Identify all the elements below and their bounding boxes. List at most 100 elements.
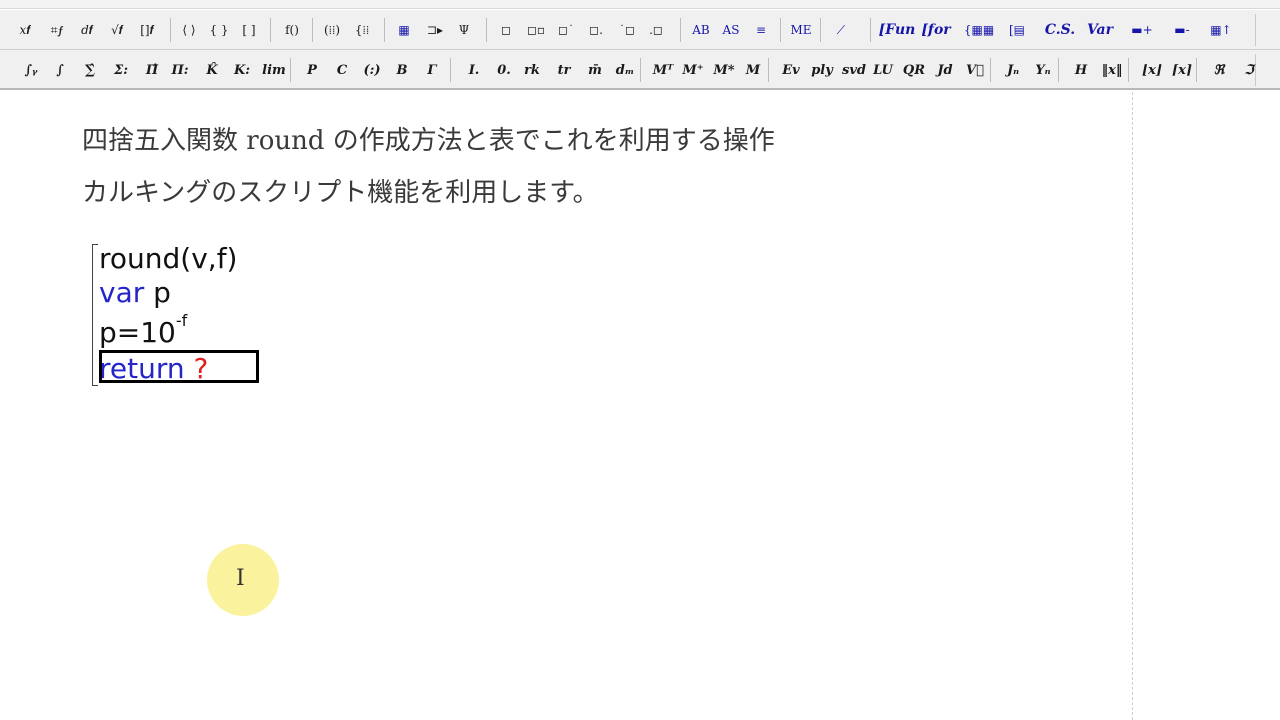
permutation-icon[interactable]: P: [300, 58, 324, 82]
box-pre-sub-icon[interactable]: .◻: [644, 18, 668, 42]
mean-icon[interactable]: m̄: [582, 58, 608, 82]
vector-icon[interactable]: V⃗: [962, 58, 988, 82]
sqrt-edit-icon[interactable]: √𝒇: [104, 18, 130, 42]
active-input-box[interactable]: [99, 350, 259, 383]
trace-icon[interactable]: tr: [552, 58, 576, 82]
hermite-icon[interactable]: H: [1068, 58, 1094, 82]
script-signature[interactable]: round(v,f): [99, 242, 237, 276]
delete-row-icon[interactable]: ▬-: [1166, 18, 1198, 42]
zero-matrix-icon[interactable]: 0.: [492, 58, 516, 82]
floor-icon[interactable]: ⌊x⌋: [1138, 58, 1166, 82]
curly-brackets-icon[interactable]: { }: [208, 18, 230, 42]
toolbar-separator: [1196, 58, 1197, 82]
integral-icon[interactable]: ∫: [48, 58, 72, 82]
toolbar-separator: [780, 18, 781, 42]
plot-icon[interactable]: ⟋: [828, 18, 854, 42]
script-signature-text: round(v,f): [99, 242, 238, 275]
grid-list-icon[interactable]: [▤: [1002, 18, 1032, 42]
angle-brackets-icon[interactable]: ⟨ ⟩: [178, 18, 200, 42]
bessel-y-icon[interactable]: Yₙ: [1030, 58, 1056, 82]
toolbar-separator: [384, 18, 385, 42]
cs-icon[interactable]: C.S.: [1044, 18, 1076, 42]
sum-icon[interactable]: Σ:: [108, 58, 134, 82]
box-pre-icon[interactable]: ˙◻: [614, 18, 640, 42]
tree-icon[interactable]: ⊐▸: [422, 18, 448, 42]
script-var-line[interactable]: var p: [99, 276, 171, 310]
box-sup-icon[interactable]: ◻˙: [554, 18, 578, 42]
product-bounds-icon[interactable]: Π̂: [140, 58, 164, 82]
integral-bounds-icon[interactable]: ∫ᵧ: [18, 58, 44, 82]
polynomial-icon[interactable]: ply: [808, 58, 836, 82]
imag-part-icon[interactable]: ℑ: [1236, 58, 1262, 82]
binomial-icon[interactable]: (:): [360, 58, 384, 82]
k-icon[interactable]: K:: [230, 58, 254, 82]
bracket-edit-icon[interactable]: []𝒇: [134, 18, 160, 42]
box-sub-icon[interactable]: ◻▫: [524, 18, 548, 42]
toolbar-separator: [1058, 58, 1059, 82]
identity-icon[interactable]: I.: [462, 58, 486, 82]
edit-formula-icon[interactable]: 𝑥𝒇: [14, 18, 36, 42]
gamma-icon[interactable]: Γ: [420, 58, 444, 82]
rank-icon[interactable]: rk: [520, 58, 544, 82]
matrix-m-icon[interactable]: M: [740, 58, 766, 82]
script-bracket-top: [93, 244, 98, 245]
toolbar-separator: [290, 58, 291, 82]
transpose-icon[interactable]: Mᵀ: [650, 58, 676, 82]
stack-d-icon[interactable]: ME: [788, 18, 814, 42]
eigenvalue-icon[interactable]: Ev: [778, 58, 804, 82]
lu-icon[interactable]: LU: [870, 58, 896, 82]
k-bounds-icon[interactable]: K̂: [200, 58, 224, 82]
for-block-icon[interactable]: [for: [918, 18, 954, 42]
function-icon[interactable]: f(): [280, 18, 304, 42]
toolbar-end-divider: [1255, 14, 1256, 46]
dm-icon[interactable]: dₘ: [612, 58, 638, 82]
toolbar-separator: [768, 58, 769, 82]
toolbar-separator: [312, 18, 313, 42]
bessel-j-icon[interactable]: Jₙ: [1000, 58, 1026, 82]
product-icon[interactable]: Π:: [168, 58, 192, 82]
assign-base: p=10: [99, 316, 176, 349]
toolbar-separator: [680, 18, 681, 42]
document-area[interactable]: 四捨五入関数 round の作成方法と表でこれを利用する操作 カルキングのスクリ…: [10, 92, 1280, 720]
tree-branch-icon[interactable]: Ψ: [452, 18, 476, 42]
stack-c-icon[interactable]: ≡: [748, 18, 774, 42]
limit-icon[interactable]: lim: [260, 58, 288, 82]
toolbar-separator: [450, 58, 451, 82]
derivative-edit-icon[interactable]: 𝑑𝒇: [74, 18, 100, 42]
toolbar-separator: [170, 18, 171, 42]
square-brackets-icon[interactable]: [ ]: [238, 18, 260, 42]
toolbar-separator: [640, 58, 641, 82]
ceiling-icon[interactable]: ⌈x⌉: [1168, 58, 1196, 82]
real-part-icon[interactable]: ℜ: [1206, 58, 1232, 82]
table-up-icon[interactable]: ▦↑: [1206, 18, 1236, 42]
beta-icon[interactable]: B: [390, 58, 414, 82]
box-dot-icon[interactable]: ◻.: [584, 18, 608, 42]
norm-icon[interactable]: ‖x‖: [1098, 58, 1126, 82]
jordan-icon[interactable]: Jd: [932, 58, 958, 82]
fun-block-icon[interactable]: [Fun: [879, 18, 916, 42]
qr-icon[interactable]: QR: [900, 58, 928, 82]
combination-icon[interactable]: C: [330, 58, 354, 82]
svd-icon[interactable]: svd: [840, 58, 868, 82]
keyword-var: var: [99, 276, 145, 309]
stack-icon[interactable]: AB: [688, 18, 714, 42]
var-icon[interactable]: Var: [1084, 18, 1116, 42]
adjoint-icon[interactable]: M⁺: [680, 58, 706, 82]
window-top-strip: [0, 0, 1280, 9]
toolbar-separator: [990, 58, 991, 82]
matrix-icon[interactable]: (⁞⁞): [320, 18, 344, 42]
var-name: p: [144, 276, 171, 309]
table-icon[interactable]: ▦: [392, 18, 416, 42]
stack-b-icon[interactable]: AS: [718, 18, 744, 42]
conjugate-icon[interactable]: M*: [710, 58, 738, 82]
sum-bounds-icon[interactable]: ∑̂: [78, 58, 102, 82]
assign-exponent: -f: [175, 311, 188, 330]
matrix-brace-icon[interactable]: {⁞⁞: [350, 18, 374, 42]
matrix-edit-icon[interactable]: ⌗𝒇: [44, 18, 70, 42]
formula-toolbar-1: 𝑥𝒇 ⌗𝒇 𝑑𝒇 √𝒇 []𝒇 ⟨ ⟩ { } [ ] f() (⁞⁞) {⁞⁞ ▦ ⊐▸ Ψ ◻ ◻▫ ◻˙ ◻…: [0, 10, 1280, 50]
grid-brace-icon[interactable]: {▦▦: [962, 18, 996, 42]
add-row-icon[interactable]: ▬+: [1126, 18, 1158, 42]
box-icon[interactable]: ◻: [494, 18, 518, 42]
page-margin-guide: [1132, 92, 1133, 720]
script-assign-line[interactable]: p=10-f: [99, 311, 187, 354]
